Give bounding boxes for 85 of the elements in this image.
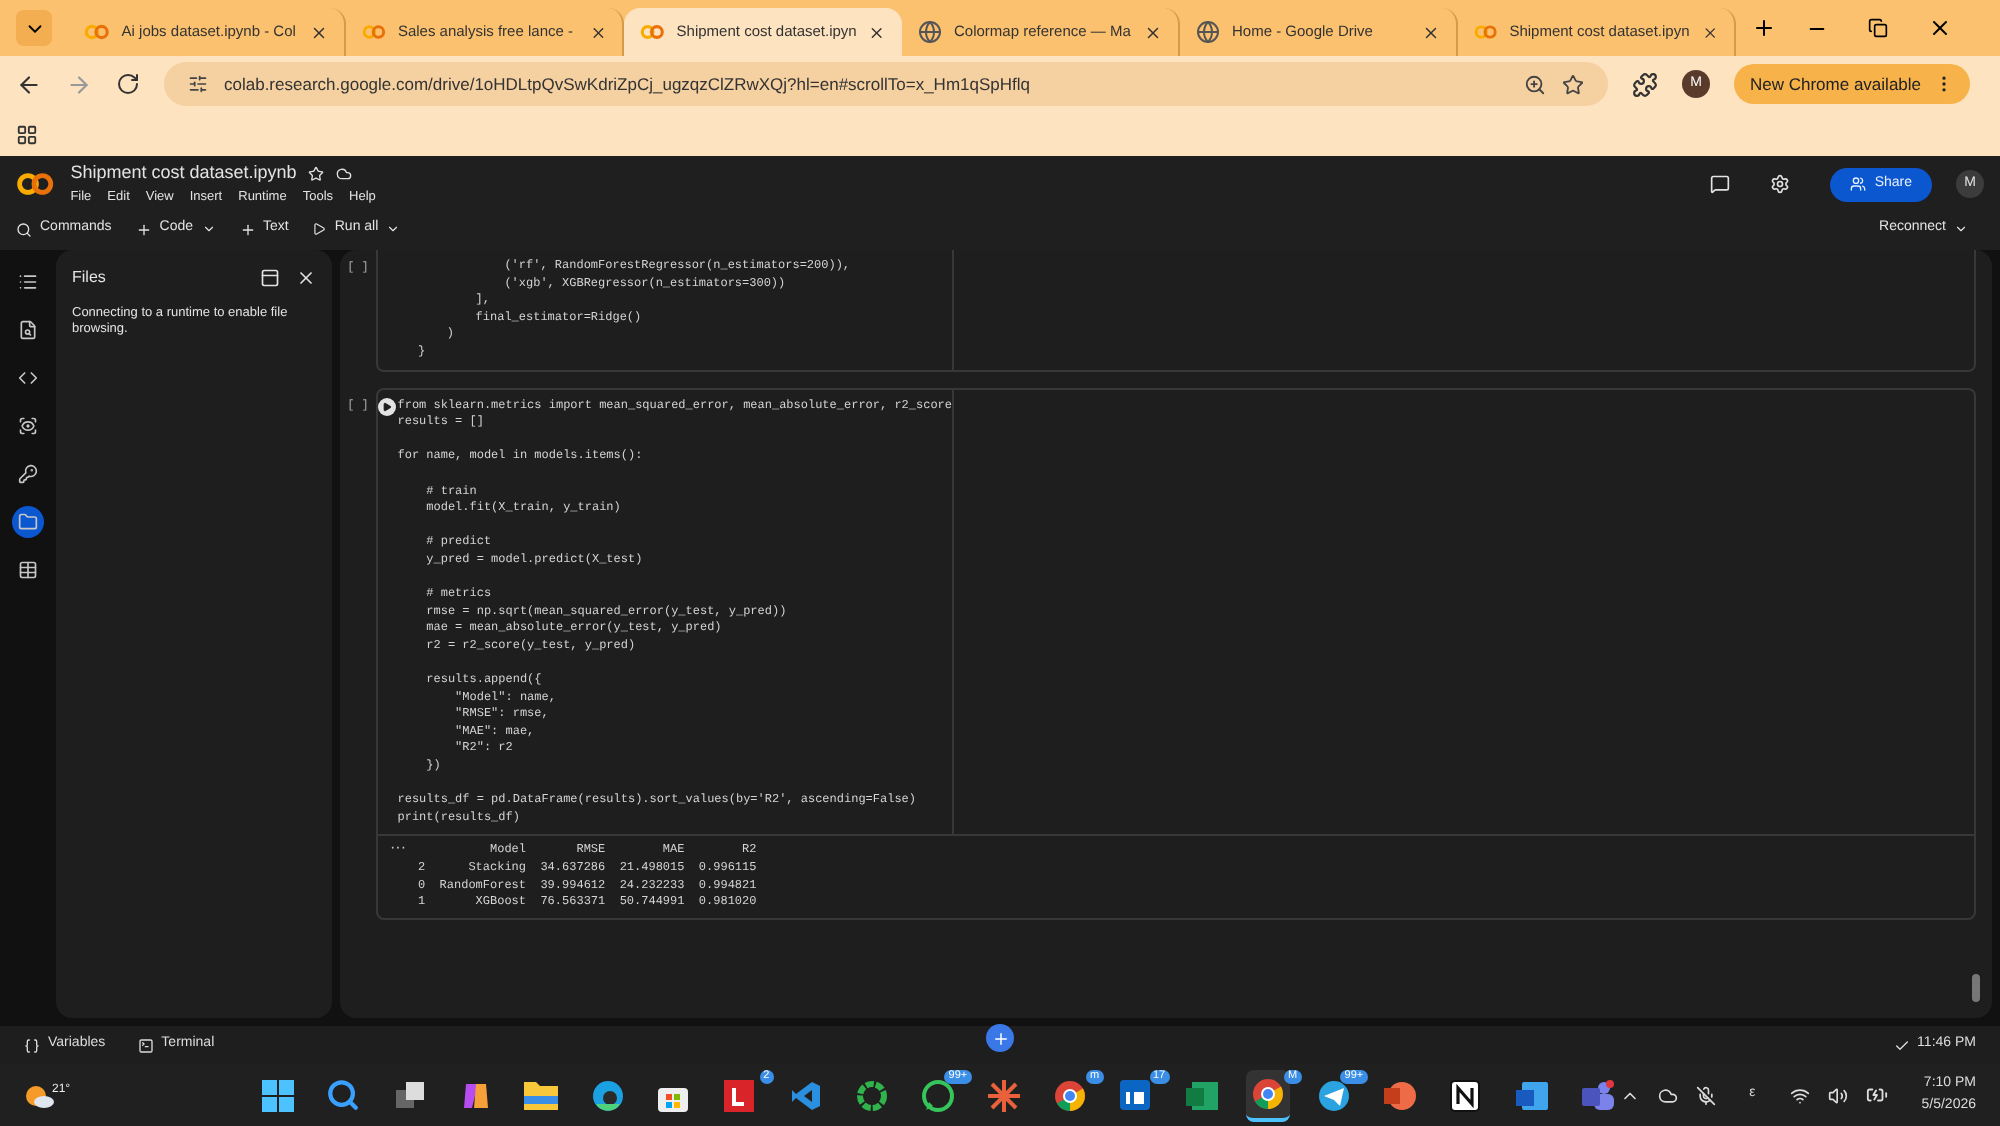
comment-icon[interactable] bbox=[1710, 174, 1731, 194]
battery-icon[interactable] bbox=[1865, 1084, 1888, 1106]
bookmark-star-icon[interactable] bbox=[1562, 73, 1584, 95]
volume-icon[interactable] bbox=[1827, 1085, 1848, 1105]
output-menu-icon[interactable]: ··· bbox=[390, 842, 406, 912]
close-icon[interactable] bbox=[1144, 23, 1162, 41]
key-icon bbox=[18, 464, 38, 484]
close-icon[interactable] bbox=[589, 23, 606, 41]
play-icon bbox=[382, 401, 393, 412]
starburst-icon[interactable] bbox=[987, 1079, 1020, 1111]
eye-scan-icon bbox=[18, 416, 38, 436]
spreadsheet-icon[interactable] bbox=[1185, 1079, 1218, 1111]
paper-plane-icon[interactable] bbox=[1317, 1079, 1350, 1111]
notebook-title[interactable]: Shipment cost dataset.ipynb bbox=[70, 160, 297, 188]
task-view-icon[interactable] bbox=[393, 1079, 426, 1111]
close-icon[interactable] bbox=[296, 268, 316, 288]
globe-icon bbox=[1196, 20, 1220, 44]
colab-tab-icon bbox=[1474, 24, 1498, 40]
code-editor-icon[interactable] bbox=[789, 1079, 822, 1111]
globe-icon bbox=[918, 20, 942, 44]
run-cell-button[interactable] bbox=[378, 397, 397, 416]
code-cell[interactable] bbox=[376, 387, 1976, 920]
back-icon[interactable] bbox=[16, 71, 42, 97]
cloud-icon bbox=[336, 166, 353, 183]
extensions-icon[interactable] bbox=[1632, 71, 1658, 97]
site-settings-icon bbox=[188, 74, 208, 94]
add-cell-button[interactable] bbox=[986, 1024, 1014, 1052]
panel-title: Files bbox=[72, 266, 108, 290]
expand-panel-icon[interactable] bbox=[260, 268, 280, 288]
notion-icon[interactable] bbox=[1450, 1079, 1481, 1111]
search-icon bbox=[16, 221, 32, 237]
colab-tab-icon bbox=[640, 24, 665, 40]
search-icon[interactable] bbox=[326, 1078, 361, 1112]
tab-search-button[interactable] bbox=[16, 10, 52, 46]
files-tab-button[interactable] bbox=[12, 506, 44, 538]
apps-grid-icon[interactable] bbox=[16, 123, 38, 145]
zoom-icon[interactable] bbox=[1524, 73, 1546, 95]
close-icon[interactable] bbox=[1422, 23, 1440, 41]
toc-icon bbox=[18, 272, 38, 292]
new-tab-icon[interactable] bbox=[1752, 16, 1776, 40]
teams-icon[interactable] bbox=[1581, 1079, 1614, 1111]
colab-tab-icon bbox=[362, 24, 386, 40]
settings-icon[interactable] bbox=[1770, 174, 1791, 194]
table-icon bbox=[18, 560, 38, 580]
people-icon bbox=[1850, 176, 1867, 192]
plus-icon bbox=[135, 221, 152, 237]
colab-tab-icon bbox=[84, 24, 110, 40]
restore-icon[interactable] bbox=[1868, 18, 1888, 38]
close-icon[interactable] bbox=[310, 23, 328, 41]
chat-bubble-icon[interactable] bbox=[921, 1079, 954, 1111]
edge-browser-icon[interactable] bbox=[591, 1079, 624, 1111]
close-icon[interactable] bbox=[868, 23, 886, 41]
play-icon bbox=[312, 222, 327, 236]
caret-icon bbox=[386, 222, 401, 236]
check-icon bbox=[1893, 1037, 1910, 1053]
copilot-icon[interactable] bbox=[459, 1079, 492, 1111]
plus-icon bbox=[991, 1029, 1009, 1047]
terminal-icon bbox=[137, 1037, 154, 1053]
folder-icon[interactable] bbox=[524, 1080, 559, 1110]
colab-logo-icon bbox=[16, 172, 55, 196]
plus-icon bbox=[239, 221, 256, 237]
star-icon[interactable] bbox=[308, 166, 325, 183]
wifi-icon[interactable] bbox=[1789, 1085, 1810, 1105]
mic-off-icon[interactable] bbox=[1695, 1085, 1716, 1105]
letter-tile-icon[interactable] bbox=[724, 1079, 755, 1111]
caret-icon bbox=[1954, 222, 1968, 236]
reload-icon[interactable] bbox=[116, 72, 140, 96]
chrome-browser-icon[interactable] bbox=[1251, 1077, 1284, 1109]
ring-icon[interactable] bbox=[855, 1079, 888, 1111]
presentation-icon[interactable] bbox=[1383, 1079, 1416, 1111]
code-brackets-icon bbox=[18, 368, 38, 388]
close-window-icon[interactable] bbox=[1928, 16, 1952, 40]
chrome-browser-icon[interactable] bbox=[1053, 1079, 1086, 1111]
find-icon bbox=[18, 320, 38, 340]
update-chrome-button[interactable]: New Chrome available bbox=[1734, 64, 1970, 104]
folder-icon bbox=[18, 512, 38, 532]
caret-icon bbox=[201, 222, 216, 236]
close-icon[interactable] bbox=[1701, 23, 1718, 41]
braces-icon bbox=[24, 1037, 40, 1053]
address-bar[interactable]: colab.research.google.com/drive/1oHDLtpQvSwKdriZpCj_ugzqzClZRwXQj?hl=en#scrollTo=x_Hm1qSpHflq bbox=[164, 62, 1608, 106]
windows-start-icon[interactable] bbox=[261, 1079, 294, 1111]
cloud-icon[interactable] bbox=[1657, 1085, 1678, 1105]
document-app-icon[interactable] bbox=[1515, 1079, 1548, 1111]
scrollbar-thumb[interactable] bbox=[1972, 974, 1980, 1002]
weather-sun-cloud-icon[interactable] bbox=[24, 1081, 56, 1109]
